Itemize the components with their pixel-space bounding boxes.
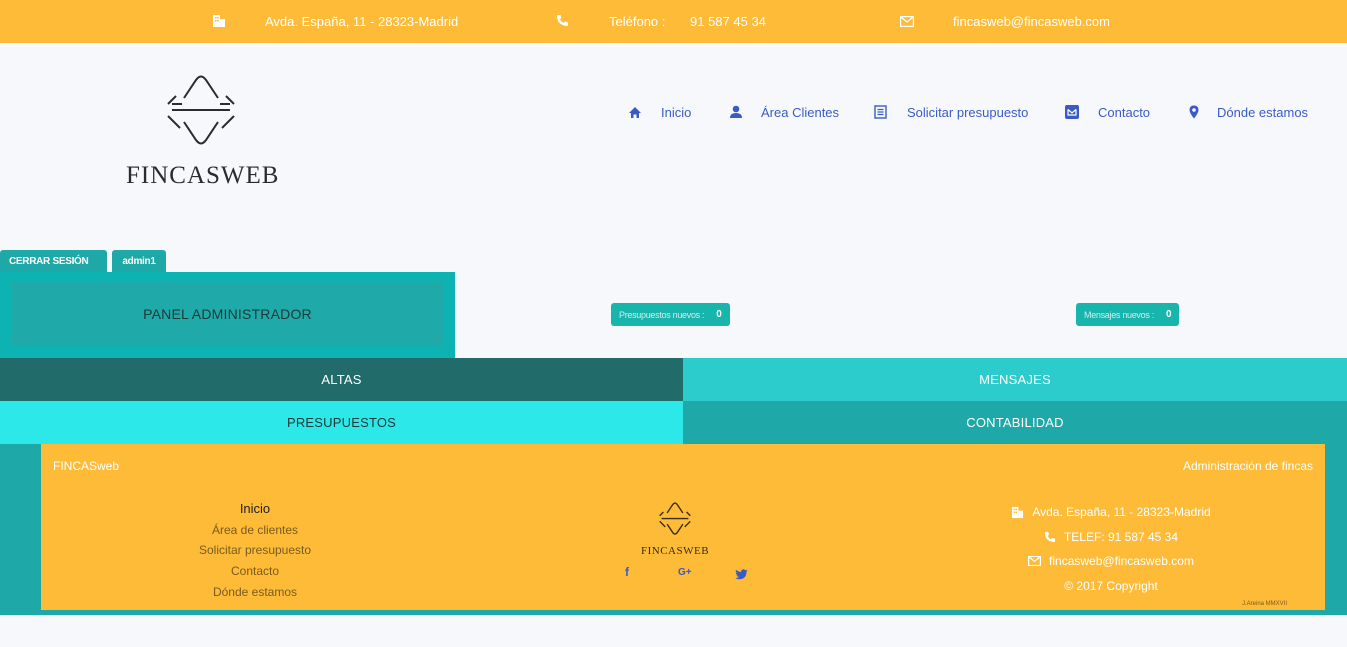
footer-links: Inicio Área de clientes Solicitar presup… [169, 499, 341, 603]
contabilidad-button[interactable]: CONTABILIDAD [683, 401, 1347, 444]
footer-contact: Avda. España, 11 - 28323-Madrid TELEF: 9… [961, 500, 1261, 598]
footer-address-row: Avda. España, 11 - 28323-Madrid [961, 500, 1261, 525]
nav-label: Inicio [661, 105, 692, 120]
logo-text: FINCASWEB [126, 162, 280, 189]
new-budgets-badge[interactable]: Presupuestos nuevos : 0 [611, 303, 730, 326]
footer-email-row: fincasweb@fincasweb.com [961, 549, 1261, 574]
admin-panel-header: PANEL ADMINISTRADOR [0, 272, 455, 358]
document-icon [874, 105, 887, 119]
nav-label: Área Clientes [761, 105, 840, 120]
twitter-icon[interactable] [735, 567, 748, 585]
author-signature: J.Areina MMXVII [1241, 601, 1287, 607]
envelope-icon [899, 15, 915, 30]
user-badge[interactable]: admin1 [112, 250, 166, 272]
building-icon [1012, 506, 1024, 518]
footer-link-solicitar-presupuesto[interactable]: Solicitar presupuesto [169, 540, 341, 561]
topbar-phone[interactable]: 91 587 45 34 [690, 14, 766, 29]
presupuestos-button[interactable]: PRESUPUESTOS [0, 401, 683, 444]
footer-logo-text: FINCASWEB [640, 545, 710, 557]
footer-logo[interactable]: FINCASWEB [630, 500, 720, 557]
phone-icon [1044, 531, 1056, 542]
building-icon [212, 14, 226, 31]
topbar-email[interactable]: fincasweb@fincasweb.com [953, 14, 1110, 29]
new-messages-label: Mensajes nuevos : [1084, 309, 1154, 320]
google-plus-icon[interactable]: G+ [678, 567, 692, 578]
topbar-address: Avda. España, 11 - 28323-Madrid [265, 14, 459, 29]
nav-label: Solicitar presupuesto [907, 105, 1029, 120]
top-info-bar: Avda. España, 11 - 28323-Madrid Teléfono… [0, 0, 1347, 43]
new-messages-count: 0 [1165, 309, 1172, 320]
logo-mark-icon [167, 75, 235, 145]
footer-link-inicio[interactable]: Inicio [169, 499, 341, 520]
nav-label: Dónde estamos [1217, 105, 1309, 120]
nav-label: Contacto [1098, 105, 1151, 120]
footer-copyright: © 2017 Copyright [1064, 578, 1158, 593]
footer-address: Avda. España, 11 - 28323-Madrid [1032, 505, 1211, 520]
envelope-icon [1028, 556, 1042, 567]
site-logo[interactable]: FINCASWEB [118, 66, 288, 196]
footer-brand: FINCASweb [53, 459, 120, 473]
user-icon [730, 105, 742, 118]
map-marker-icon [1189, 105, 1199, 119]
footer-tagline: Administración de fincas [1182, 459, 1313, 473]
new-budgets-label: Presupuestos nuevos : [619, 309, 705, 320]
footer-email[interactable]: fincasweb@fincasweb.com [1049, 554, 1194, 568]
new-budgets-count: 0 [716, 309, 722, 320]
footer-link-contacto[interactable]: Contacto [169, 561, 341, 582]
phone-icon [556, 14, 569, 30]
logout-button[interactable]: CERRAR SESIÓN [0, 250, 107, 272]
envelope-icon [1065, 105, 1079, 119]
footer: FINCASweb Administración de fincas Inici… [41, 444, 1325, 610]
facebook-icon[interactable]: f [625, 565, 629, 579]
footer-link-donde-estamos[interactable]: Dónde estamos [169, 582, 341, 603]
new-messages-badge[interactable]: Mensajes nuevos : 0 [1076, 303, 1180, 326]
topbar-phone-label: Teléfono : [609, 14, 666, 29]
mensajes-button[interactable]: MENSAJES [683, 358, 1347, 401]
home-icon [629, 107, 641, 118]
footer-phone[interactable]: TELEF: 91 587 45 34 [1064, 530, 1178, 544]
panel-title: PANEL ADMINISTRADOR [12, 282, 443, 346]
altas-button[interactable]: ALTAS [0, 358, 683, 401]
logo-mark-icon [659, 502, 691, 535]
footer-phone-row: TELEF: 91 587 45 34 [961, 525, 1261, 550]
footer-link-area-clientes[interactable]: Área de clientes [169, 520, 341, 541]
